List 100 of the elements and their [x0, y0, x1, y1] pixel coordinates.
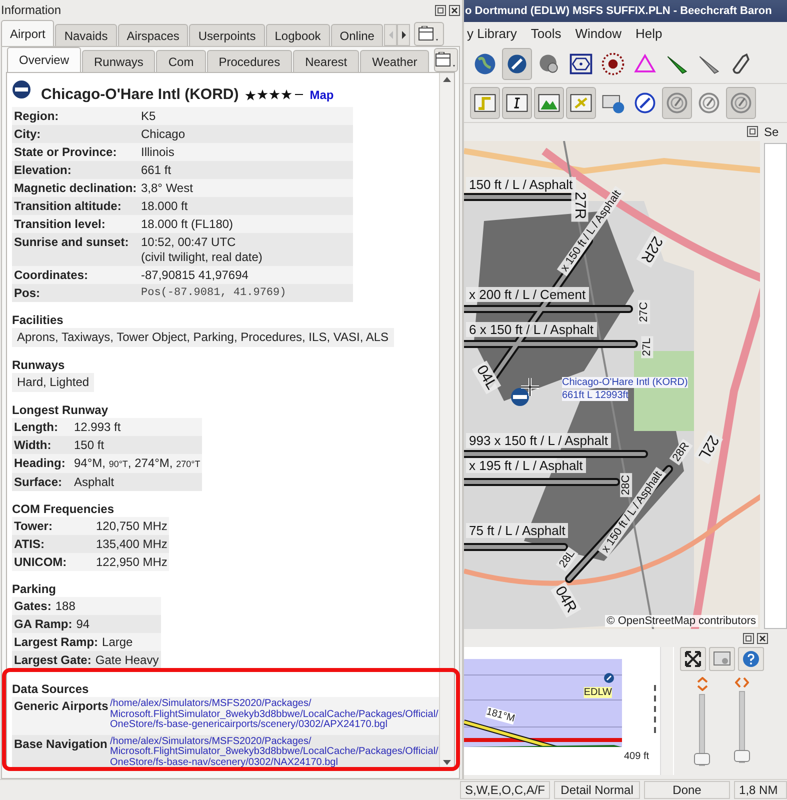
- airport-button[interactable]: [502, 48, 532, 80]
- field-label: Surface:: [14, 475, 64, 490]
- dotted-circle-icon: [600, 51, 626, 77]
- field-value: 150 ft: [74, 438, 104, 453]
- field-label: UNICOM:: [14, 555, 68, 570]
- airport-label: Chicago-O'Hare Intl (KORD): [562, 376, 688, 388]
- tab[interactable]: Com: [156, 50, 206, 72]
- field-value: Chicago: [141, 127, 186, 142]
- field-note: (civil twilight, real date): [141, 250, 262, 265]
- left-arrow-icon: [388, 31, 394, 39]
- tab[interactable]: Airspaces: [118, 24, 188, 46]
- field-label: State or Province:: [14, 145, 118, 160]
- scrollbar[interactable]: [439, 73, 454, 769]
- tab[interactable]: Navaids: [55, 24, 117, 46]
- field-label: Sunrise and sunset:: [14, 235, 130, 251]
- section-text: Aprons, Taxiways, Tower Object, Parking, Procedures, ILS, VASI, ALS: [12, 328, 394, 347]
- section-title: Runways: [12, 357, 66, 373]
- float-icon[interactable]: [743, 632, 754, 644]
- tab[interactable]: Userpoints: [189, 24, 265, 46]
- field-label: Generic Airports: [14, 699, 110, 715]
- menu-item[interactable]: Tools: [530, 26, 562, 41]
- clipboard-icon: [435, 52, 458, 68]
- file-path-link[interactable]: /home/alex/Simulators/MSFS2020/Packages/Microsoft.FlightSimulator_8wekyb3d8bbwe/LocalCache/Packages/Official/OneStore/fs-base-nav/scenery/0302/NAX24170.bgl: [110, 736, 439, 768]
- float-icon[interactable]: [747, 126, 758, 138]
- field-value: 661 ft: [141, 163, 172, 178]
- close-icon[interactable]: [757, 632, 768, 644]
- runway-label: x 200 ft / L / Cement: [466, 286, 589, 302]
- runway-label: 6 x 150 ft / L / Asphalt: [466, 322, 597, 337]
- section-title: Facilities: [12, 312, 64, 328]
- field-value: Asphalt: [74, 475, 114, 490]
- section-title: COM Frequencies: [12, 501, 116, 517]
- field-label: Transition level:: [14, 217, 106, 232]
- file-path-link[interactable]: /home/alex/Simulators/MSFS2020/Packages/Microsoft.FlightSimulator_8wekyb3d8bbwe/LocalCache/Packages/Official/OneStore/fs-base-genericairports/scenery/0302/APX24170.bgl: [110, 699, 439, 730]
- tab[interactable]: Runways: [82, 50, 156, 72]
- tab[interactable]: Procedures: [206, 50, 292, 72]
- slider-handle[interactable]: [694, 753, 710, 765]
- mountain-button[interactable]: [534, 87, 564, 119]
- field-value: 122,950 MHz: [96, 555, 168, 570]
- float-icon[interactable]: [435, 4, 446, 16]
- field-value: 135,400 MHz: [96, 537, 168, 552]
- vertical-arrows-icon: [696, 677, 708, 691]
- field-label: Region:: [14, 109, 60, 124]
- field-value: 12.993 ft: [74, 420, 121, 435]
- airport-icon: [12, 80, 31, 99]
- map-link[interactable]: Map: [310, 88, 334, 102]
- text-button[interactable]: [502, 87, 532, 119]
- settings-button[interactable]: [709, 647, 735, 671]
- tab[interactable]: Weather: [360, 50, 430, 72]
- tab[interactable]: Overview: [7, 47, 82, 72]
- runway-label: x 195 ft / L / Asphalt: [466, 458, 586, 473]
- airplane-button[interactable]: [566, 87, 596, 119]
- status-field: S,W,E,O,C,A/F: [460, 781, 550, 799]
- field-label: Elevation:: [14, 163, 72, 178]
- horizontal-arrows-icon: [735, 677, 749, 688]
- close-icon[interactable]: [449, 4, 460, 16]
- tab[interactable]: Logbook: [266, 24, 330, 46]
- field-label: Tower:: [14, 519, 54, 534]
- status-field: Done: [644, 781, 730, 799]
- field-value: 120,750 MHz: [96, 519, 168, 534]
- airspace-icon: [728, 90, 754, 116]
- help-button[interactable]: [738, 647, 764, 671]
- panel-title: Information: [1, 3, 62, 17]
- field-label: Base Navigation: [14, 736, 108, 752]
- menu-item[interactable]: Help: [635, 26, 662, 41]
- field-label: Magnetic declination:: [14, 181, 138, 196]
- clipboard-icon: [418, 26, 440, 42]
- section-title: Longest Runway: [12, 402, 110, 418]
- field-label: Gates:: [14, 599, 52, 614]
- runway-number: 28C: [620, 472, 632, 497]
- slider-handle[interactable]: [734, 750, 750, 762]
- field-value: Gate Heavy: [95, 653, 159, 668]
- section-title: Data Sources: [12, 681, 90, 697]
- scroll-right-button[interactable]: [397, 24, 410, 46]
- field-value: 94: [76, 617, 90, 632]
- altitude-label: 409 ft: [624, 751, 650, 762]
- tab[interactable]: Nearest: [293, 50, 360, 72]
- section-title: Parking: [12, 581, 58, 597]
- panel-title: Se: [764, 125, 780, 139]
- runway-label: 150 ft / L / Asphalt: [466, 176, 576, 192]
- tab-menu-button[interactable]: [414, 22, 444, 46]
- menu-item[interactable]: y Library: [467, 26, 517, 41]
- field-label: Largest Ramp:: [14, 635, 100, 650]
- field-label: Length:: [14, 420, 59, 435]
- tab[interactable]: Online: [330, 24, 384, 46]
- tab[interactable]: Airport: [1, 20, 54, 46]
- tab-menu-button[interactable]: [434, 48, 458, 72]
- airspace-icon: [664, 90, 690, 116]
- menu-item[interactable]: Window: [575, 26, 622, 41]
- field-value: -87,90815 41,97694: [141, 268, 248, 283]
- airport-icon: [510, 386, 530, 407]
- field-label: Coordinates:: [14, 268, 90, 283]
- compass-icon: [632, 90, 658, 116]
- field-value: K5: [141, 109, 156, 124]
- runway-label: 75 ft / L / Asphalt: [466, 522, 568, 538]
- expand-button[interactable]: [680, 647, 706, 671]
- airport-label: EDLW: [584, 687, 612, 698]
- status-field: Detail Normal: [554, 781, 640, 799]
- globe-icon: [472, 51, 498, 77]
- route-button[interactable]: [470, 87, 500, 119]
- runway-label: 993 x 150 ft / L / Asphalt: [466, 432, 612, 448]
